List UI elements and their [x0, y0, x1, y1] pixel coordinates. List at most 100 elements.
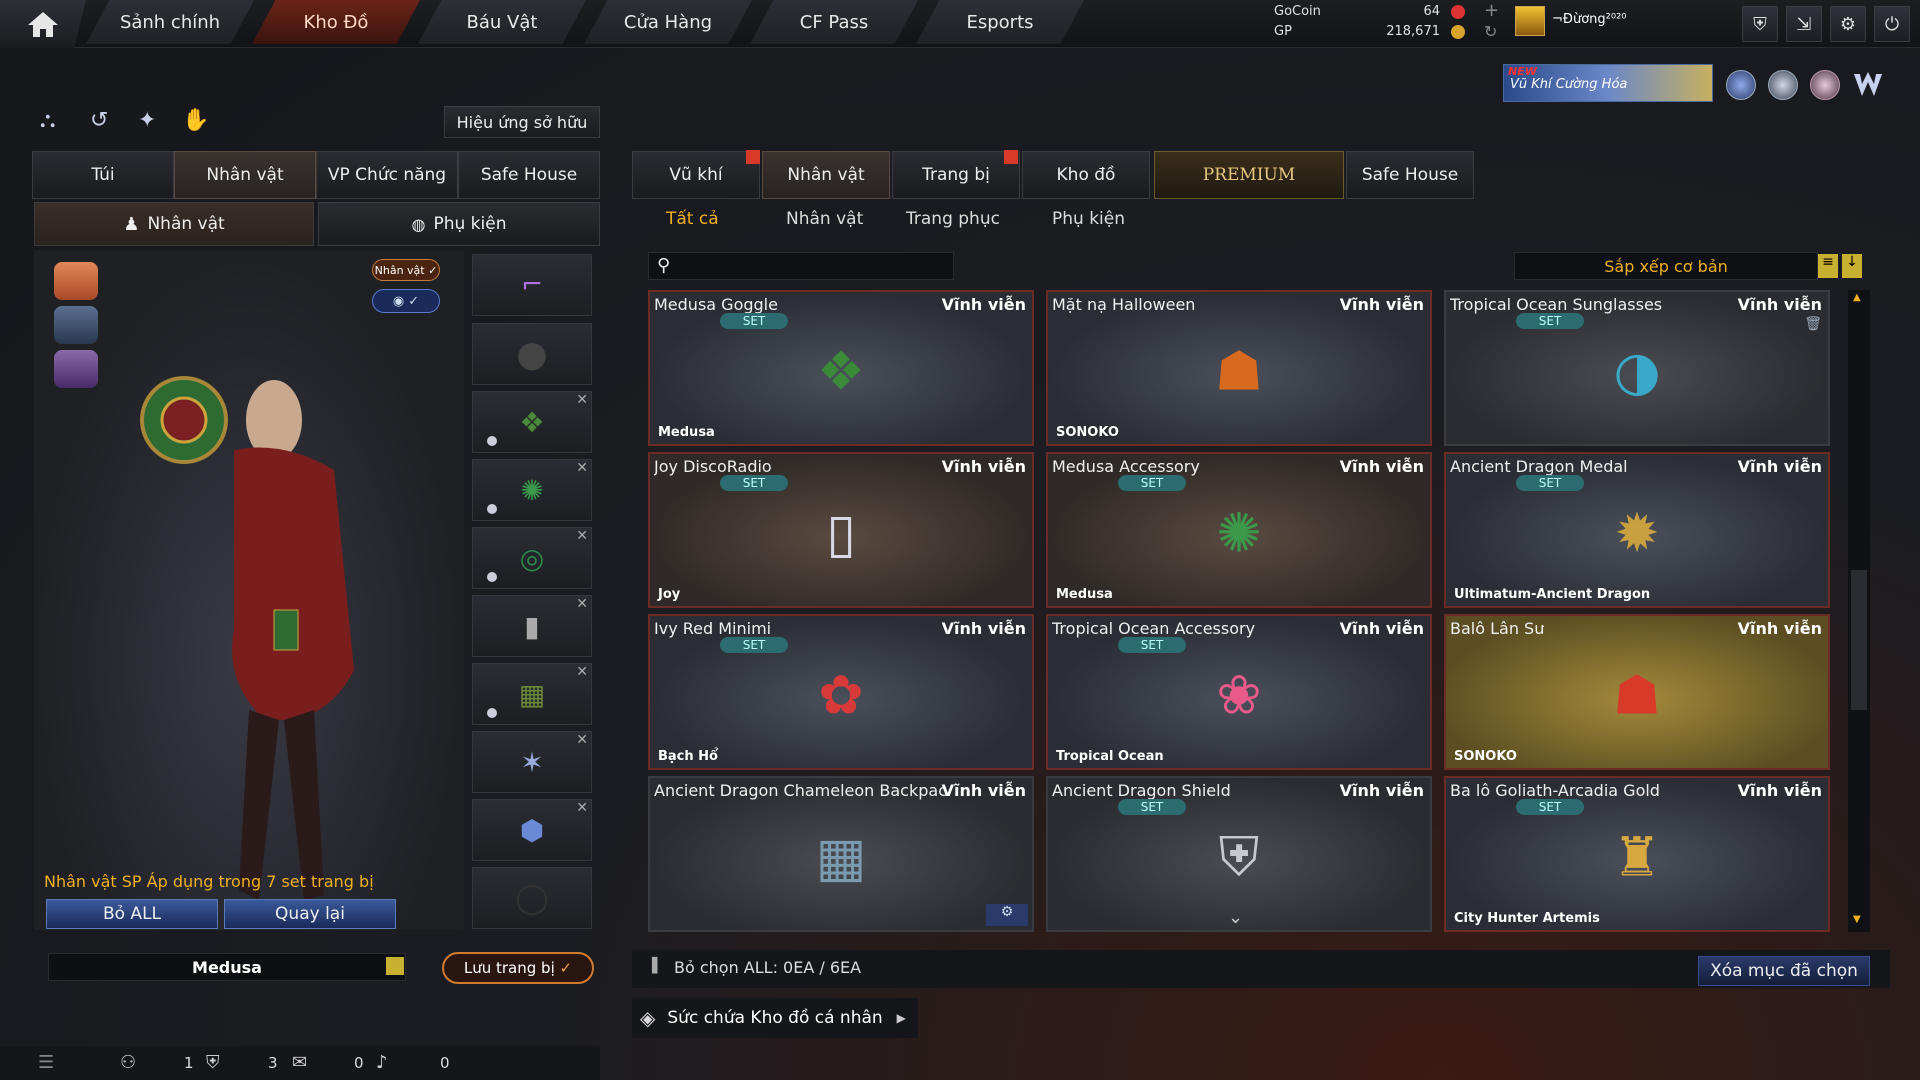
item-card[interactable]: Mặt nạ Halloween Vĩnh viễn ☗ SONOKO [1046, 290, 1432, 446]
slot-weapon[interactable]: ⌐ [472, 254, 592, 316]
refresh-icon[interactable]: ↻ [1484, 22, 1497, 41]
remove-icon[interactable]: ✕ [576, 596, 588, 612]
back-button[interactable]: Quay lại [224, 899, 396, 929]
sort-direction-icon[interactable]: ↓ [1842, 254, 1862, 278]
item-card[interactable]: Tropical Ocean Accessory Vĩnh viễn SET ❀ Tro… [1046, 614, 1432, 770]
character-skill-icon[interactable]: ✦ [138, 108, 166, 136]
slot-accessory-3[interactable]: ✕ ▮ [472, 595, 592, 657]
bookmark-icon: ▌ [652, 958, 663, 974]
character-badge[interactable]: Nhân vật ✓ [372, 259, 440, 281]
item-card[interactable]: Medusa Goggle Vĩnh viễn SET ❖ Medusa [648, 290, 1034, 446]
menu-icon[interactable]: ☰ [38, 1052, 54, 1073]
nav-tab-cfpass[interactable]: CF Pass [750, 0, 918, 44]
home-button[interactable] [0, 0, 86, 48]
bag-icon[interactable]: ✋ [182, 108, 210, 136]
remove-icon[interactable]: ✕ [576, 528, 588, 544]
remove-icon[interactable]: ✕ [576, 460, 588, 476]
item-card[interactable]: Ancient Dragon Chameleon Backpack Vĩnh vi… [648, 776, 1034, 932]
wing-type-icon[interactable] [54, 350, 98, 388]
star-badge-icon[interactable] [1810, 70, 1840, 100]
slot-accessory-2[interactable]: ✕ ◎ [472, 527, 592, 589]
sort-dropdown[interactable]: Sắp xếp cơ bản [1514, 252, 1818, 280]
gear-icon[interactable]: ⚙ [1830, 6, 1866, 42]
gift-icon[interactable]: ⛬ [40, 108, 68, 136]
exit-room-icon[interactable]: ⇲ [1786, 6, 1822, 42]
grid-scrollbar[interactable]: ▲ ▼ [1848, 290, 1870, 932]
remove-icon[interactable]: ✕ [576, 392, 588, 408]
speaker-icon[interactable]: ♪ [376, 1052, 388, 1073]
trash-icon[interactable]: 🗑 [1804, 316, 1822, 332]
slot-accessory-5[interactable]: ✕ ⬢ [472, 799, 592, 861]
slot-empty[interactable]: ◯ [472, 867, 592, 929]
list-menu-icon[interactable] [386, 957, 404, 975]
mask-type-icon[interactable] [54, 306, 98, 344]
friends-icon[interactable]: ⚇ [120, 1052, 136, 1073]
slot-accessory-4[interactable]: ✕ ✶ [472, 731, 592, 793]
promo-banner[interactable]: NEW Vũ Khí Cường Hóa [1503, 64, 1713, 102]
filter-accessory[interactable]: Phụ kiện [1052, 209, 1125, 229]
chevron-down-icon[interactable]: ⌄ [1228, 907, 1243, 928]
history-icon[interactable]: ↺ [90, 108, 118, 136]
item-card[interactable]: Ancient Dragon Shield Vĩnh viễn SET ⛨ ⌄ [1046, 776, 1432, 932]
remove-icon[interactable]: ✕ [576, 732, 588, 748]
left-tab-vp-function[interactable]: VP Chức năng [316, 151, 458, 199]
sort-list-icon[interactable]: ≡ [1818, 254, 1838, 278]
ownership-effect-button[interactable]: Hiệu ứng sở hữu [444, 106, 600, 138]
globe-icon[interactable] [1768, 70, 1798, 100]
item-card[interactable]: Ancient Dragon Medal Vĩnh viễn SET ✹ Ultimat… [1444, 452, 1830, 608]
subtab-accessory[interactable]: ◍ Phụ kiện [318, 202, 600, 246]
slot-head[interactable]: ● [472, 323, 592, 385]
right-tab-character[interactable]: Nhân vật [762, 151, 890, 199]
shield-icon[interactable]: ⛨ [1742, 6, 1778, 42]
character-class-icon[interactable] [54, 262, 98, 300]
add-currency-icon[interactable]: + [1484, 0, 1499, 21]
item-card[interactable]: Medusa Accessory Vĩnh viễn SET ✺ Medusa [1046, 452, 1432, 608]
search-input[interactable]: ⚲ [648, 252, 954, 280]
power-icon[interactable]: ⏻ [1874, 6, 1910, 42]
item-settings-icon[interactable]: ⚙ [986, 904, 1028, 926]
scroll-up-icon[interactable]: ▲ [1853, 292, 1861, 303]
right-tab-equipment[interactable]: Trang bị [892, 151, 1020, 199]
left-tab-character[interactable]: Nhân vật [174, 151, 316, 199]
item-card[interactable]: Ba lô Goliath-Arcadia Gold Vĩnh viễn SET ♜ C… [1444, 776, 1830, 932]
nav-tab-esports[interactable]: Esports [916, 0, 1084, 44]
nav-tab-inventory[interactable]: Kho Đồ [252, 0, 420, 44]
right-tab-weapon[interactable]: Vũ khí [632, 151, 760, 199]
right-tab-premium[interactable]: PREMIUM [1154, 151, 1344, 199]
filter-all[interactable]: Tất cả [666, 209, 719, 229]
w-logo-icon[interactable] [1852, 70, 1884, 100]
left-tab-safe-house[interactable]: Safe House [458, 151, 600, 199]
save-equipment-button[interactable]: Lưu trang bị ✓ [442, 952, 594, 984]
filter-character[interactable]: Nhân vật [786, 209, 863, 229]
slot-mask[interactable]: ✕ ❖ [472, 391, 592, 453]
item-card[interactable]: Ivy Red Minimi Vĩnh viễn SET ✿ Bạch Hổ [648, 614, 1034, 770]
slot-accessory-1[interactable]: ✕ ✺ [472, 459, 592, 521]
nav-tab-treasure[interactable]: Báu Vật [418, 0, 586, 44]
item-name: Balô Lân Sư [1450, 619, 1545, 638]
remove-all-button[interactable]: Bỏ ALL [46, 899, 218, 929]
slot-back[interactable]: ✕ ▦ [472, 663, 592, 725]
filter-outfit[interactable]: Trang phục [906, 209, 1000, 229]
deselect-all-counter[interactable]: Bỏ chọn ALL: 0EA / 6EA [674, 958, 861, 977]
v-medal-icon[interactable] [1726, 70, 1756, 100]
item-card[interactable]: Balô Lân Sư Vĩnh viễn ☗ SONOKO [1444, 614, 1830, 770]
remove-icon[interactable]: ✕ [576, 800, 588, 816]
subtab-character[interactable]: ♟ Nhân vật [34, 202, 314, 246]
item-card[interactable]: Joy DiscoRadio Vĩnh viễn SET ▯ Joy [648, 452, 1034, 608]
visibility-toggle[interactable]: ◉ ✓ [372, 289, 440, 313]
item-card[interactable]: Tropical Ocean Sunglasses Vĩnh viễn SET ◑ 🗑 [1444, 290, 1830, 446]
chat-icon[interactable]: ✉ [292, 1052, 307, 1073]
nav-tab-shop[interactable]: Cửa Hàng [584, 0, 752, 44]
character-viewport[interactable] [34, 250, 464, 930]
storage-capacity-button[interactable]: ◈ Sức chứa Kho đồ cá nhân ▶ [632, 998, 918, 1038]
nav-tab-lobby[interactable]: Sảnh chính [86, 0, 254, 44]
left-tab-bag[interactable]: Túi [32, 151, 174, 199]
chat-count: 0 [354, 1054, 364, 1072]
clan-shield-icon[interactable]: ⛨ [206, 1052, 220, 1073]
delete-selected-button[interactable]: Xóa mục đã chọn [1698, 956, 1870, 986]
remove-icon[interactable]: ✕ [576, 664, 588, 680]
scroll-down-icon[interactable]: ▼ [1853, 914, 1861, 925]
right-tab-safe-house[interactable]: Safe House [1346, 151, 1474, 199]
right-tab-storage[interactable]: Kho đồ [1022, 151, 1150, 199]
scroll-thumb[interactable] [1851, 570, 1867, 710]
